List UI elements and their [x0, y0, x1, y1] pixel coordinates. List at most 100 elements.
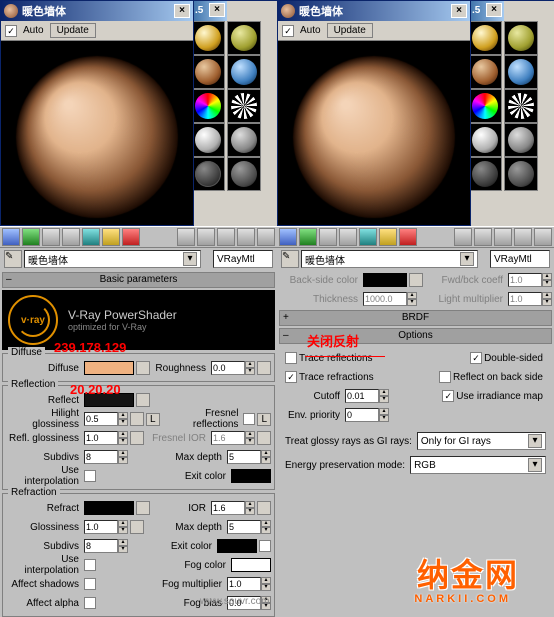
backside-color[interactable]: [363, 273, 407, 287]
update-button[interactable]: Update: [50, 23, 96, 38]
map-button[interactable]: [257, 361, 271, 375]
tool-icon[interactable]: [494, 228, 512, 246]
hglossy-spinner[interactable]: ▴▾: [84, 412, 128, 426]
swatch[interactable]: [504, 89, 538, 123]
tool-icon[interactable]: [379, 228, 397, 246]
tool-icon[interactable]: [82, 228, 100, 246]
envpriority-spinner[interactable]: ▴▾: [345, 408, 389, 422]
trace-reflections-checkbox[interactable]: [285, 352, 297, 364]
gloss-spinner[interactable]: ▴▾: [84, 520, 128, 534]
map-button[interactable]: [257, 431, 271, 445]
tool-icon[interactable]: [102, 228, 120, 246]
tool-icon[interactable]: [339, 228, 357, 246]
tool-icon[interactable]: [62, 228, 80, 246]
useinterp-checkbox[interactable]: [84, 470, 96, 482]
material-type-button[interactable]: VRayMtl: [213, 250, 273, 268]
affectshadows-checkbox[interactable]: [84, 578, 96, 590]
rollout-options[interactable]: Options: [279, 328, 552, 344]
swatch[interactable]: [227, 123, 261, 157]
map-button[interactable]: [136, 361, 150, 375]
subdivs-spinner[interactable]: ▴▾: [84, 539, 128, 553]
tool-icon[interactable]: [454, 228, 472, 246]
pick-icon[interactable]: ✎: [4, 250, 22, 268]
chevron-down-icon[interactable]: ▾: [460, 252, 474, 266]
map-button[interactable]: [136, 501, 150, 515]
map-button[interactable]: [130, 412, 144, 426]
exit-color[interactable]: [217, 539, 257, 553]
swatch[interactable]: [191, 55, 225, 89]
tool-icon[interactable]: [359, 228, 377, 246]
tool-icon[interactable]: [42, 228, 60, 246]
fogbias-spinner[interactable]: ▴▾: [227, 596, 271, 610]
swatch[interactable]: [191, 21, 225, 55]
swatch[interactable]: [468, 157, 502, 191]
exit-checkbox[interactable]: [259, 540, 271, 552]
irradiance-checkbox[interactable]: ✓: [442, 390, 454, 402]
tool-icon[interactable]: [2, 228, 20, 246]
tool-icon[interactable]: [514, 228, 532, 246]
material-name-input[interactable]: 暖色墙体▾: [24, 250, 201, 268]
affectalpha-checkbox[interactable]: [84, 597, 96, 609]
tool-icon[interactable]: [257, 228, 275, 246]
rglossy-spinner[interactable]: ▴▾: [84, 431, 128, 445]
map-button[interactable]: [130, 520, 144, 534]
rollout-basic[interactable]: Basic parameters: [2, 272, 275, 288]
tool-icon[interactable]: [122, 228, 140, 246]
swatch[interactable]: [468, 21, 502, 55]
swatch[interactable]: [227, 157, 261, 191]
subdivs-spinner[interactable]: ▴▾: [84, 450, 128, 464]
rollout-brdf[interactable]: BRDF: [279, 310, 552, 326]
swatch[interactable]: [227, 55, 261, 89]
lock-button[interactable]: L: [257, 413, 271, 426]
tool-icon[interactable]: [177, 228, 195, 246]
tool-icon[interactable]: [319, 228, 337, 246]
tool-icon[interactable]: [197, 228, 215, 246]
pick-icon[interactable]: ✎: [281, 250, 299, 268]
tool-icon[interactable]: [534, 228, 552, 246]
tool-icon[interactable]: [237, 228, 255, 246]
tool-icon[interactable]: [22, 228, 40, 246]
swatch[interactable]: [191, 89, 225, 123]
exit-color[interactable]: [231, 469, 271, 483]
reflect-color[interactable]: [84, 393, 134, 407]
chevron-down-icon[interactable]: ▾: [183, 252, 197, 266]
chevron-down-icon[interactable]: ▾: [528, 458, 542, 472]
cutoff-spinner[interactable]: ▴▾: [345, 389, 389, 403]
material-type-button[interactable]: VRayMtl: [490, 250, 550, 268]
swatch[interactable]: [504, 21, 538, 55]
swatch[interactable]: [468, 55, 502, 89]
tool-icon[interactable]: [217, 228, 235, 246]
map-button[interactable]: [257, 501, 271, 515]
tool-icon[interactable]: [474, 228, 492, 246]
close-icon[interactable]: ×: [174, 4, 190, 18]
close-icon[interactable]: ×: [486, 3, 502, 17]
useinterp-checkbox[interactable]: [84, 559, 96, 571]
ior-spinner[interactable]: ▴▾: [211, 501, 255, 515]
roughness-spinner[interactable]: ▴▾: [211, 361, 255, 375]
chevron-down-icon[interactable]: ▾: [528, 434, 542, 448]
swatch[interactable]: [191, 157, 225, 191]
swatch[interactable]: [227, 21, 261, 55]
close-icon[interactable]: ×: [209, 3, 225, 17]
swatch[interactable]: [504, 55, 538, 89]
map-button[interactable]: [130, 431, 144, 445]
auto-checkbox[interactable]: ✓: [282, 25, 294, 37]
tool-icon[interactable]: [279, 228, 297, 246]
swatch[interactable]: [468, 89, 502, 123]
trace-refractions-checkbox[interactable]: ✓: [285, 371, 297, 383]
material-name-input[interactable]: 暖色墙体▾: [301, 250, 478, 268]
gi-rays-dropdown[interactable]: Only for GI rays▾: [417, 432, 546, 450]
doublesided-checkbox[interactable]: ✓: [470, 352, 482, 364]
fresnel-checkbox[interactable]: [243, 413, 255, 425]
reflect-backside-checkbox[interactable]: [439, 371, 451, 383]
swatch[interactable]: [191, 123, 225, 157]
close-icon[interactable]: ×: [451, 4, 467, 18]
map-button[interactable]: [136, 393, 150, 407]
tool-icon[interactable]: [299, 228, 317, 246]
update-button[interactable]: Update: [327, 23, 373, 38]
tool-icon[interactable]: [399, 228, 417, 246]
maxdepth-spinner[interactable]: ▴▾: [227, 450, 271, 464]
fogmult-spinner[interactable]: ▴▾: [227, 577, 271, 591]
maxdepth-spinner[interactable]: ▴▾: [227, 520, 271, 534]
fior-spinner[interactable]: ▴▾: [211, 431, 255, 445]
